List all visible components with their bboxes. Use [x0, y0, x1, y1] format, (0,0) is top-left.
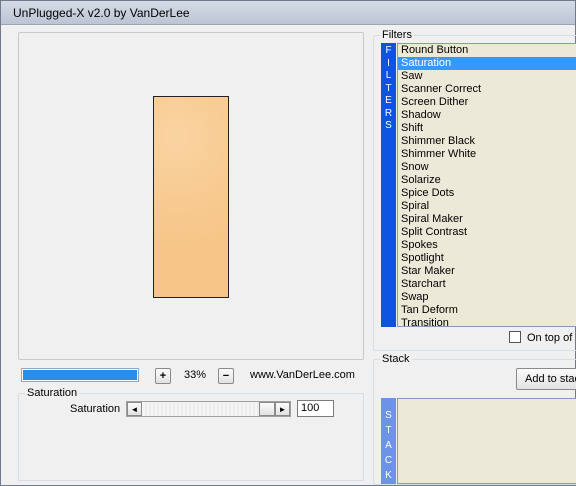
side-letter: C	[384, 455, 393, 466]
add-to-stack-button[interactable]: Add to stack	[516, 368, 576, 390]
slider-right-arrow[interactable]: ►	[275, 402, 290, 416]
side-letter: S	[385, 120, 392, 131]
on-top-checkbox[interactable]	[509, 331, 521, 343]
title-bar: UnPlugged-X v2.0 by VanDerLee	[1, 1, 575, 25]
window-title: UnPlugged-X v2.0 by VanDerLee	[13, 6, 190, 20]
filters-list[interactable]: Round Button Saturation Saw Scanner Correct…	[397, 43, 576, 327]
on-top-label: On top of	[527, 332, 573, 344]
filters-group-label: Filters	[380, 29, 414, 41]
filters-side-bar: FILTERS	[381, 43, 396, 327]
filter-item[interactable]: Shadow	[398, 109, 576, 122]
filter-item[interactable]: Spice Dots	[398, 187, 576, 200]
filter-item[interactable]: Split Contrast	[398, 226, 576, 239]
zoom-level: 33%	[184, 369, 207, 381]
filter-item[interactable]: Shimmer White	[398, 148, 576, 161]
filter-item[interactable]: Spiral Maker	[398, 213, 576, 226]
saturation-group-label: Saturation	[25, 387, 80, 399]
filter-item[interactable]: Starchart	[398, 278, 576, 291]
side-letter: T	[385, 82, 392, 94]
filter-item[interactable]: Shift	[398, 122, 576, 135]
side-letter: F	[385, 45, 392, 56]
filter-item[interactable]: Screen Dither	[398, 96, 576, 109]
stack-list[interactable]	[397, 398, 576, 484]
progress-bar	[21, 368, 139, 382]
side-letter: L	[385, 70, 392, 81]
plugin-window: UnPlugged-X v2.0 by VanDerLee + 33% − ww…	[0, 0, 576, 486]
slider-track[interactable]	[143, 402, 275, 416]
side-letter: I	[387, 57, 390, 69]
filter-item[interactable]: Snow	[398, 161, 576, 174]
side-letter: S	[385, 410, 392, 421]
filter-item[interactable]: Spotlight	[398, 252, 576, 265]
side-letter: E	[385, 95, 392, 106]
zoom-in-button[interactable]: +	[155, 368, 171, 384]
saturation-value-field[interactable]: 100	[297, 400, 334, 417]
zoom-out-button[interactable]: −	[218, 368, 234, 384]
filter-item[interactable]: Transition	[398, 317, 576, 326]
filter-item[interactable]: Saw	[398, 70, 576, 83]
side-letter: A	[385, 440, 392, 451]
saturation-value: 100	[301, 402, 320, 414]
site-link[interactable]: www.VanDerLee.com	[250, 369, 355, 381]
filter-item[interactable]: Round Button	[398, 44, 576, 57]
filter-item[interactable]: Tan Deform	[398, 304, 576, 317]
filter-item[interactable]: Saturation	[398, 57, 576, 70]
filter-item[interactable]: Swap	[398, 291, 576, 304]
preview-image[interactable]	[153, 96, 229, 298]
filter-item[interactable]: Shimmer Black	[398, 135, 576, 148]
filter-item[interactable]: Scanner Correct	[398, 83, 576, 96]
filter-item[interactable]: Solarize	[398, 174, 576, 187]
filter-item[interactable]: Star Maker	[398, 265, 576, 278]
stack-group-label: Stack	[380, 353, 412, 365]
side-letter: R	[384, 107, 393, 119]
side-letter: T	[385, 425, 392, 436]
slider-thumb[interactable]	[259, 402, 275, 416]
add-to-stack-label: Add to stack	[525, 373, 576, 385]
filter-item[interactable]: Spiral	[398, 200, 576, 213]
saturation-slider[interactable]: ◄ ►	[126, 401, 291, 417]
saturation-slider-label: Saturation	[70, 403, 121, 415]
stack-side-bar: STACK	[381, 398, 396, 484]
slider-left-arrow[interactable]: ◄	[127, 402, 142, 416]
side-letter: K	[385, 470, 392, 481]
filter-item[interactable]: Spokes	[398, 239, 576, 252]
progress-fill	[23, 370, 137, 380]
